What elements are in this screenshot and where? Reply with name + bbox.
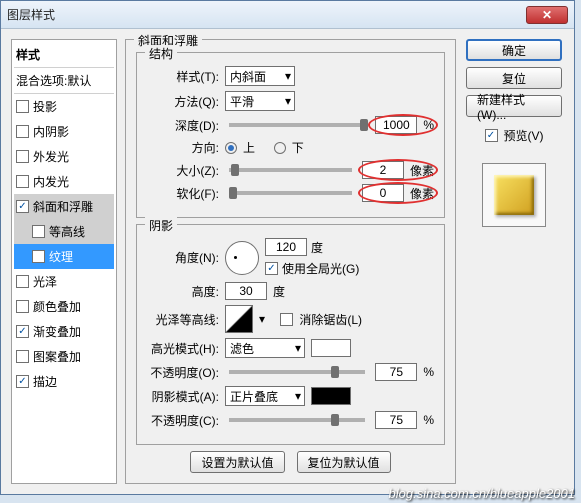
- structure-fieldset: 结构 样式(T):内斜面 方法(Q):平滑 深度(D):1000% 方向:上 下…: [136, 52, 445, 218]
- method-combo[interactable]: 平滑: [225, 91, 295, 111]
- shading-fieldset: 阴影 角度(N):120度使用全局光(G) 高度:30度 光泽等高线:▾ 消除锯…: [136, 224, 445, 445]
- checkbox[interactable]: [16, 150, 29, 163]
- make-default-button[interactable]: 设置为默认值: [190, 451, 284, 473]
- shading-legend: 阴影: [145, 217, 177, 234]
- angle-input[interactable]: 120: [265, 238, 307, 256]
- bevel-fieldset: 斜面和浮雕 结构 样式(T):内斜面 方法(Q):平滑 深度(D):1000% …: [125, 39, 456, 484]
- altitude-input[interactable]: 30: [225, 282, 267, 300]
- shadow-opacity-input[interactable]: 75: [375, 411, 417, 429]
- item-drop-shadow[interactable]: 投影: [14, 94, 114, 119]
- cancel-button[interactable]: 复位: [466, 67, 562, 89]
- preview-inner: [494, 175, 534, 215]
- item-gradient-overlay[interactable]: 渐变叠加: [14, 319, 114, 344]
- depth-slider[interactable]: [229, 123, 365, 127]
- checkbox[interactable]: [16, 375, 29, 388]
- preview-swatch: [482, 163, 546, 227]
- size-input[interactable]: 2: [362, 161, 404, 179]
- right-panel: 确定 复位 新建样式(W)... 预览(V): [464, 39, 564, 484]
- checkbox[interactable]: [16, 300, 29, 313]
- soften-input[interactable]: 0: [362, 184, 404, 202]
- close-icon: ✕: [542, 8, 552, 22]
- checkbox[interactable]: [16, 175, 29, 188]
- gloss-contour[interactable]: [225, 305, 253, 333]
- highlight-opacity-slider[interactable]: [229, 370, 365, 374]
- dir-up-radio[interactable]: [225, 142, 237, 154]
- shadow-mode-combo[interactable]: 正片叠底: [225, 386, 305, 406]
- window-title: 图层样式: [7, 6, 526, 23]
- item-bevel-emboss[interactable]: 斜面和浮雕: [14, 194, 114, 219]
- layer-style-dialog: 图层样式 ✕ 样式 混合选项:默认 投影 内阴影 外发光 内发光 斜面和浮雕 等…: [0, 0, 575, 495]
- ok-button[interactable]: 确定: [466, 39, 562, 61]
- checkbox[interactable]: [16, 325, 29, 338]
- close-button[interactable]: ✕: [526, 6, 568, 24]
- chevron-down-icon[interactable]: ▾: [259, 312, 265, 326]
- size-slider[interactable]: [229, 168, 352, 172]
- checkbox[interactable]: [16, 275, 29, 288]
- structure-legend: 结构: [145, 45, 177, 62]
- item-contour[interactable]: 等高线: [14, 219, 114, 244]
- checkbox[interactable]: [16, 200, 29, 213]
- preview-checkbox[interactable]: [485, 129, 498, 142]
- highlight-color[interactable]: [311, 339, 351, 357]
- style-list: 样式 混合选项:默认 投影 内阴影 外发光 内发光 斜面和浮雕 等高线 纹理 光…: [11, 39, 117, 484]
- blend-options[interactable]: 混合选项:默认: [14, 68, 114, 94]
- item-pattern-overlay[interactable]: 图案叠加: [14, 344, 114, 369]
- highlight-mode-combo[interactable]: 滤色: [225, 338, 305, 358]
- depth-input[interactable]: 1000: [375, 116, 417, 134]
- item-satin[interactable]: 光泽: [14, 269, 114, 294]
- checkbox[interactable]: [16, 350, 29, 363]
- item-inner-glow[interactable]: 内发光: [14, 169, 114, 194]
- soften-slider[interactable]: [229, 191, 352, 195]
- highlight-opacity-input[interactable]: 75: [375, 363, 417, 381]
- global-light-checkbox[interactable]: [265, 262, 278, 275]
- checkbox[interactable]: [32, 225, 45, 238]
- watermark: blog.sina.com.cn/blueapple2001: [389, 486, 575, 501]
- titlebar[interactable]: 图层样式 ✕: [1, 1, 574, 29]
- item-outer-glow[interactable]: 外发光: [14, 144, 114, 169]
- item-inner-shadow[interactable]: 内阴影: [14, 119, 114, 144]
- checkbox[interactable]: [16, 100, 29, 113]
- checkbox[interactable]: [32, 250, 45, 263]
- shadow-opacity-slider[interactable]: [229, 418, 365, 422]
- checkbox[interactable]: [16, 125, 29, 138]
- item-color-overlay[interactable]: 颜色叠加: [14, 294, 114, 319]
- dir-down-radio[interactable]: [274, 142, 286, 154]
- item-texture[interactable]: 纹理: [14, 244, 114, 269]
- angle-control[interactable]: [225, 241, 259, 275]
- new-style-button[interactable]: 新建样式(W)...: [466, 95, 562, 117]
- style-combo[interactable]: 内斜面: [225, 66, 295, 86]
- item-stroke[interactable]: 描边: [14, 369, 114, 394]
- shadow-color[interactable]: [311, 387, 351, 405]
- antialias-checkbox[interactable]: [280, 313, 293, 326]
- reset-default-button[interactable]: 复位为默认值: [297, 451, 391, 473]
- settings-panel: 斜面和浮雕 结构 样式(T):内斜面 方法(Q):平滑 深度(D):1000% …: [125, 39, 456, 484]
- style-header: 样式: [14, 42, 114, 68]
